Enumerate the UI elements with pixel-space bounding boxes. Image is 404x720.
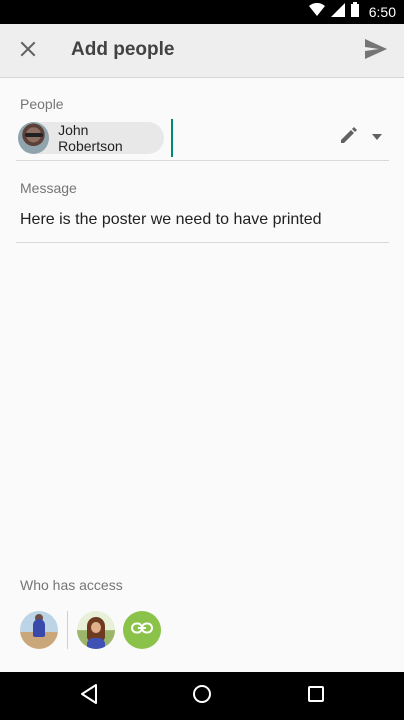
access-label: Who has access: [20, 577, 123, 593]
send-button[interactable]: [360, 35, 392, 67]
owner-avatar[interactable]: [20, 611, 58, 649]
recents-button[interactable]: [304, 684, 328, 708]
avatar-figure-shape: [33, 619, 45, 637]
status-time: 6:50: [368, 4, 396, 20]
status-icons: 6:50: [308, 0, 396, 24]
back-icon: [80, 683, 98, 709]
navigation-bar: [0, 672, 404, 720]
message-divider: [16, 242, 389, 243]
people-divider: [16, 160, 389, 161]
text-cursor: [171, 119, 173, 157]
close-button[interactable]: [12, 35, 44, 67]
recents-icon: [307, 685, 325, 708]
people-label: People: [20, 96, 64, 112]
wifi-icon: [308, 2, 325, 22]
access-list: [20, 610, 161, 650]
glasses-shape: [25, 133, 43, 137]
access-separator: [67, 611, 68, 649]
edit-permission-button[interactable]: [336, 124, 362, 150]
page-title: Add people: [71, 39, 175, 60]
message-input[interactable]: Here is the poster we need to have print…: [20, 211, 322, 229]
status-bar: 6:50: [0, 0, 404, 24]
home-icon: [192, 684, 212, 709]
person-chip[interactable]: John Robertson: [18, 122, 164, 154]
avatar-face-shape: [91, 622, 101, 633]
home-button[interactable]: [190, 684, 214, 708]
back-button[interactable]: [77, 683, 101, 709]
message-label: Message: [20, 180, 77, 196]
avatar-top-shape: [87, 638, 105, 649]
close-icon: [20, 41, 36, 62]
person-chip-name: John Robertson: [58, 122, 123, 154]
send-icon: [365, 38, 387, 64]
avatar: [18, 122, 50, 154]
app-bar: Add people: [0, 24, 404, 78]
arrow-drop-down-icon: [371, 128, 383, 146]
battery-icon: [350, 2, 359, 22]
pencil-icon: [339, 125, 359, 150]
link-icon: [131, 621, 153, 639]
signal-icon: [330, 2, 345, 22]
link-sharing-button[interactable]: [123, 611, 161, 649]
collaborator-avatar[interactable]: [77, 611, 115, 649]
permission-dropdown[interactable]: [366, 124, 388, 150]
